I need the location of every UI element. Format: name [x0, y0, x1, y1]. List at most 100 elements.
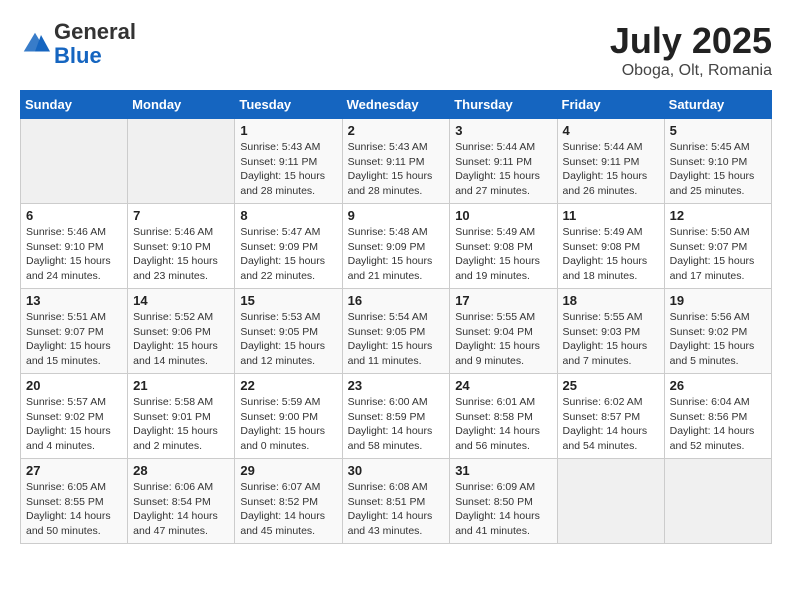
day-number: 22: [240, 378, 336, 393]
calendar-cell: 16 Sunrise: 5:54 AM Sunset: 9:05 PM Dayli…: [342, 289, 450, 374]
weekday-header: Thursday: [450, 91, 557, 119]
calendar-cell: 26 Sunrise: 6:04 AM Sunset: 8:56 PM Dayli…: [664, 374, 771, 459]
day-info: Sunrise: 5:46 AM Sunset: 9:10 PM Dayligh…: [133, 225, 229, 284]
location: Oboga, Olt, Romania: [610, 62, 772, 80]
page-header: General Blue July 2025 Oboga, Olt, Roman…: [20, 20, 772, 80]
calendar-cell: 12 Sunrise: 5:50 AM Sunset: 9:07 PM Dayli…: [664, 204, 771, 289]
day-number: 9: [348, 208, 445, 223]
logo-blue: Blue: [54, 43, 102, 68]
day-info: Sunrise: 5:50 AM Sunset: 9:07 PM Dayligh…: [670, 225, 766, 284]
day-number: 13: [26, 293, 122, 308]
day-number: 14: [133, 293, 229, 308]
calendar-cell: 5Sunrise: 5:45 AM Sunset: 9:10 PM Daylig…: [664, 119, 771, 204]
day-info: Sunrise: 5:48 AM Sunset: 9:09 PM Dayligh…: [348, 225, 445, 284]
day-number: 3: [455, 123, 551, 138]
calendar-cell: 8 Sunrise: 5:47 AM Sunset: 9:09 PM Daylig…: [235, 204, 342, 289]
weekday-header: Wednesday: [342, 91, 450, 119]
calendar-cell: 1Sunrise: 5:43 AM Sunset: 9:11 PM Daylig…: [235, 119, 342, 204]
calendar-cell: 23Sunrise: 6:00 AM Sunset: 8:59 PM Dayli…: [342, 374, 450, 459]
weekday-header: Friday: [557, 91, 664, 119]
day-info: Sunrise: 5:55 AM Sunset: 9:03 PM Dayligh…: [563, 310, 659, 369]
day-info: Sunrise: 5:54 AM Sunset: 9:05 PM Dayligh…: [348, 310, 445, 369]
day-info: Sunrise: 5:59 AM Sunset: 9:00 PM Dayligh…: [240, 395, 336, 454]
day-info: Sunrise: 5:58 AM Sunset: 9:01 PM Dayligh…: [133, 395, 229, 454]
calendar-cell: [664, 459, 771, 544]
day-info: Sunrise: 5:53 AM Sunset: 9:05 PM Dayligh…: [240, 310, 336, 369]
day-number: 8: [240, 208, 336, 223]
day-number: 10: [455, 208, 551, 223]
day-number: 27: [26, 463, 122, 478]
day-number: 25: [563, 378, 659, 393]
calendar-cell: [128, 119, 235, 204]
day-number: 16: [348, 293, 445, 308]
day-info: Sunrise: 6:04 AM Sunset: 8:56 PM Dayligh…: [670, 395, 766, 454]
day-info: Sunrise: 6:08 AM Sunset: 8:51 PM Dayligh…: [348, 480, 445, 539]
logo-icon: [20, 29, 50, 59]
calendar-cell: 4Sunrise: 5:44 AM Sunset: 9:11 PM Daylig…: [557, 119, 664, 204]
day-info: Sunrise: 5:46 AM Sunset: 9:10 PM Dayligh…: [26, 225, 122, 284]
day-number: 26: [670, 378, 766, 393]
calendar-week-row: 13Sunrise: 5:51 AM Sunset: 9:07 PM Dayli…: [21, 289, 772, 374]
calendar-cell: 19 Sunrise: 5:56 AM Sunset: 9:02 PM Dayli…: [664, 289, 771, 374]
day-info: Sunrise: 6:02 AM Sunset: 8:57 PM Dayligh…: [563, 395, 659, 454]
calendar-cell: 17 Sunrise: 5:55 AM Sunset: 9:04 PM Dayli…: [450, 289, 557, 374]
weekday-header: Monday: [128, 91, 235, 119]
calendar-cell: 24Sunrise: 6:01 AM Sunset: 8:58 PM Dayli…: [450, 374, 557, 459]
title-block: July 2025 Oboga, Olt, Romania: [610, 20, 772, 80]
day-number: 6: [26, 208, 122, 223]
day-info: Sunrise: 6:06 AM Sunset: 8:54 PM Dayligh…: [133, 480, 229, 539]
day-info: Sunrise: 5:47 AM Sunset: 9:09 PM Dayligh…: [240, 225, 336, 284]
day-info: Sunrise: 5:49 AM Sunset: 9:08 PM Dayligh…: [455, 225, 551, 284]
logo: General Blue: [20, 20, 136, 68]
logo-text: General Blue: [54, 20, 136, 68]
day-number: 21: [133, 378, 229, 393]
calendar-cell: 3 Sunrise: 5:44 AM Sunset: 9:11 PM Daylig…: [450, 119, 557, 204]
calendar-cell: 2Sunrise: 5:43 AM Sunset: 9:11 PM Daylig…: [342, 119, 450, 204]
day-number: 15: [240, 293, 336, 308]
day-info: Sunrise: 5:43 AM Sunset: 9:11 PM Dayligh…: [348, 140, 445, 199]
day-info: Sunrise: 5:56 AM Sunset: 9:02 PM Dayligh…: [670, 310, 766, 369]
calendar-cell: 15 Sunrise: 5:53 AM Sunset: 9:05 PM Dayli…: [235, 289, 342, 374]
day-info: Sunrise: 6:01 AM Sunset: 8:58 PM Dayligh…: [455, 395, 551, 454]
calendar-cell: 27 Sunrise: 6:05 AM Sunset: 8:55 PM Dayli…: [21, 459, 128, 544]
calendar-week-row: 27 Sunrise: 6:05 AM Sunset: 8:55 PM Dayli…: [21, 459, 772, 544]
calendar-cell: 14 Sunrise: 5:52 AM Sunset: 9:06 PM Dayli…: [128, 289, 235, 374]
calendar-cell: 11 Sunrise: 5:49 AM Sunset: 9:08 PM Dayli…: [557, 204, 664, 289]
day-info: Sunrise: 5:43 AM Sunset: 9:11 PM Dayligh…: [240, 140, 336, 199]
weekday-header: Saturday: [664, 91, 771, 119]
day-number: 19: [670, 293, 766, 308]
weekday-header: Sunday: [21, 91, 128, 119]
day-number: 7: [133, 208, 229, 223]
calendar-header-row: SundayMondayTuesdayWednesdayThursdayFrid…: [21, 91, 772, 119]
day-info: Sunrise: 6:05 AM Sunset: 8:55 PM Dayligh…: [26, 480, 122, 539]
calendar-week-row: 6 Sunrise: 5:46 AM Sunset: 9:10 PM Daylig…: [21, 204, 772, 289]
day-info: Sunrise: 5:45 AM Sunset: 9:10 PM Dayligh…: [670, 140, 766, 199]
day-number: 31: [455, 463, 551, 478]
calendar-cell: 13Sunrise: 5:51 AM Sunset: 9:07 PM Dayli…: [21, 289, 128, 374]
weekday-header: Tuesday: [235, 91, 342, 119]
calendar-cell: 21 Sunrise: 5:58 AM Sunset: 9:01 PM Dayli…: [128, 374, 235, 459]
day-number: 28: [133, 463, 229, 478]
day-number: 18: [563, 293, 659, 308]
day-info: Sunrise: 5:49 AM Sunset: 9:08 PM Dayligh…: [563, 225, 659, 284]
calendar-cell: 20Sunrise: 5:57 AM Sunset: 9:02 PM Dayli…: [21, 374, 128, 459]
day-info: Sunrise: 6:07 AM Sunset: 8:52 PM Dayligh…: [240, 480, 336, 539]
calendar-cell: 9 Sunrise: 5:48 AM Sunset: 9:09 PM Daylig…: [342, 204, 450, 289]
calendar-cell: [557, 459, 664, 544]
day-number: 11: [563, 208, 659, 223]
day-number: 12: [670, 208, 766, 223]
day-info: Sunrise: 5:44 AM Sunset: 9:11 PM Dayligh…: [563, 140, 659, 199]
calendar-cell: 22 Sunrise: 5:59 AM Sunset: 9:00 PM Dayli…: [235, 374, 342, 459]
month-title: July 2025: [610, 20, 772, 62]
calendar-week-row: 20Sunrise: 5:57 AM Sunset: 9:02 PM Dayli…: [21, 374, 772, 459]
calendar-cell: [21, 119, 128, 204]
day-info: Sunrise: 5:52 AM Sunset: 9:06 PM Dayligh…: [133, 310, 229, 369]
calendar-cell: 10 Sunrise: 5:49 AM Sunset: 9:08 PM Dayli…: [450, 204, 557, 289]
calendar-cell: 7 Sunrise: 5:46 AM Sunset: 9:10 PM Daylig…: [128, 204, 235, 289]
day-number: 20: [26, 378, 122, 393]
day-info: Sunrise: 5:44 AM Sunset: 9:11 PM Dayligh…: [455, 140, 551, 199]
day-number: 17: [455, 293, 551, 308]
day-info: Sunrise: 5:55 AM Sunset: 9:04 PM Dayligh…: [455, 310, 551, 369]
calendar-cell: 31Sunrise: 6:09 AM Sunset: 8:50 PM Dayli…: [450, 459, 557, 544]
calendar-cell: 25 Sunrise: 6:02 AM Sunset: 8:57 PM Dayli…: [557, 374, 664, 459]
